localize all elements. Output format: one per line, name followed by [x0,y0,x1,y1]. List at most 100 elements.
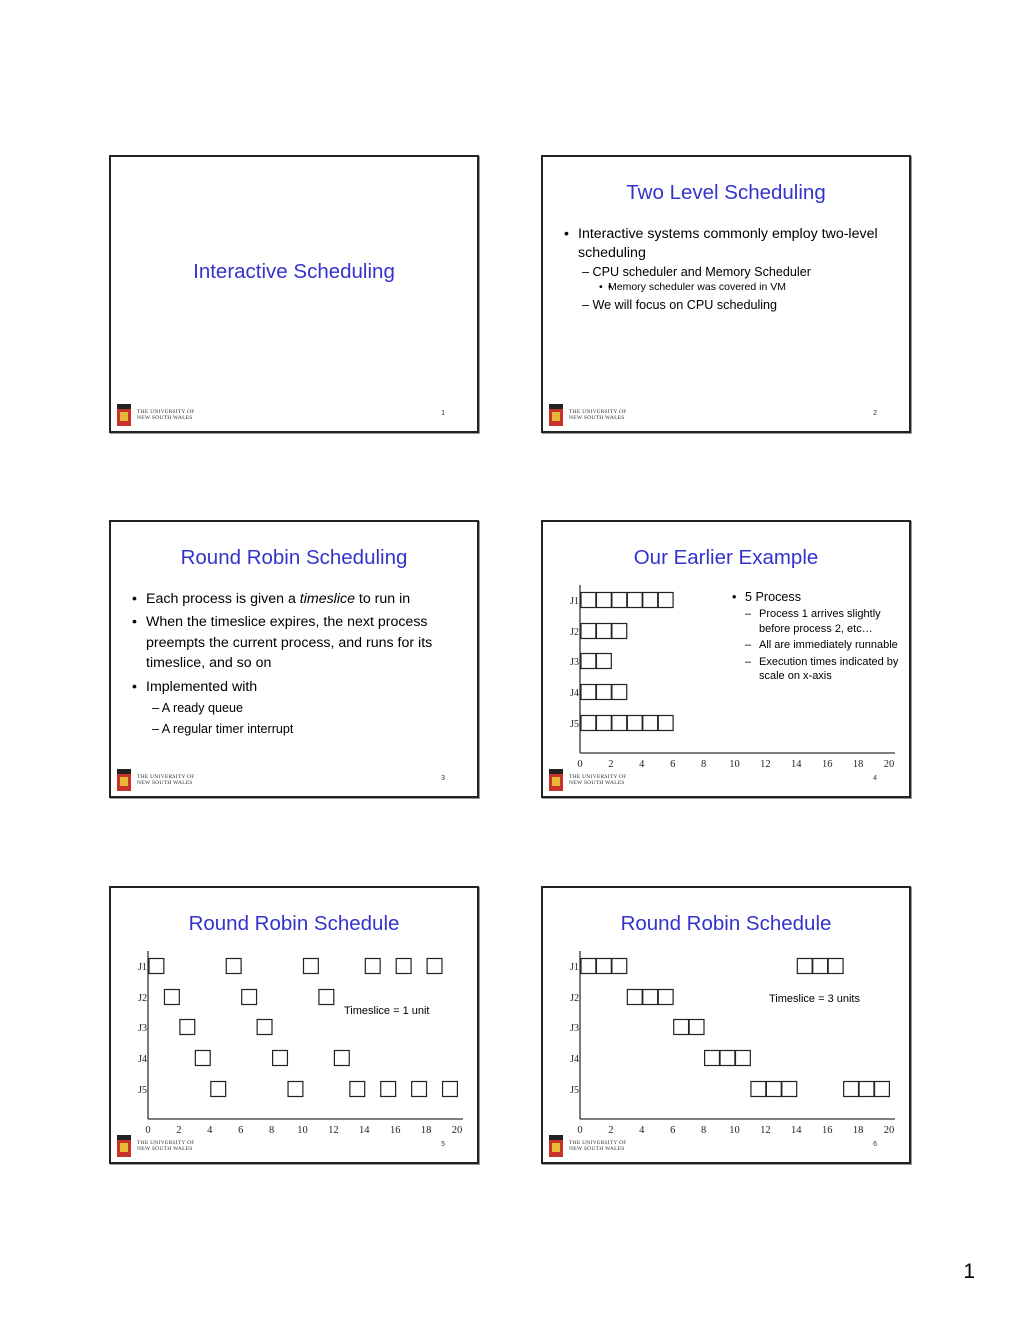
unsw-crest-icon [117,769,131,791]
time-unit-box [595,683,612,701]
time-unit-box [148,957,165,975]
bullet-item: Each process is given a timeslice to run… [130,589,470,610]
x-tick-label: 8 [269,1125,274,1136]
gantt-chart: 0 2 4 6 8 10 12 14 16 18 20J1J2J3J4J5 [570,951,895,1136]
time-unit-box [580,714,597,732]
x-tick-label: 4 [639,759,645,770]
time-unit-box [441,1080,458,1098]
bullet-item: When the timeslice expires, the next pro… [130,612,470,674]
time-unit-box [657,591,674,609]
gantt-chart: 0 2 4 6 8 10 12 14 16 18 20J1J2J3J4J5 [138,951,463,1136]
x-tick-label: 20 [884,1125,895,1136]
time-unit-box [796,957,813,975]
row-label: J2 [570,993,579,1004]
time-unit-box [580,683,597,701]
page-number: 1 [963,1260,975,1283]
x-tick-label: 6 [670,759,675,770]
bullet-list: Each process is given a timeslice to run… [130,589,470,740]
time-unit-box [163,988,180,1006]
time-unit-box [611,591,628,609]
x-tick-label: 8 [701,759,706,770]
slide-number: 3 [441,775,445,782]
time-unit-box [688,1018,705,1036]
x-tick-label: 18 [421,1125,432,1136]
time-unit-box [194,1049,211,1067]
time-unit-box [858,1080,875,1098]
time-unit-box [287,1080,304,1098]
bullet-glyph: • [599,281,603,293]
time-unit-box [642,714,659,732]
slide-number: 4 [873,775,877,782]
x-tick-label: 4 [207,1125,213,1136]
row-label: J4 [570,688,579,699]
time-unit-box [580,957,597,975]
time-unit-box [380,1080,397,1098]
time-unit-box [595,957,612,975]
x-tick-label: 16 [822,759,833,770]
x-tick-label: 6 [670,1125,675,1136]
slide-number: 6 [873,1141,877,1148]
university-name-line2: NEW SOUTH WALES [137,780,193,786]
time-unit-box [580,622,597,640]
bullet-item: Interactive systems commonly employ two-… [562,225,892,263]
x-tick-label: 18 [853,759,864,770]
x-tick-label: 16 [822,1125,833,1136]
x-tick-label: 8 [701,1125,706,1136]
slide-5: Round Robin Schedule 0 2 4 6 8 10 12 14 16 18 20 J1… [109,886,479,1164]
time-unit-box [827,957,844,975]
time-unit-box [626,714,643,732]
x-tick-label: 16 [390,1125,401,1136]
time-unit-box [426,957,443,975]
x-tick-label: 4 [639,1125,645,1136]
time-unit-box [611,622,628,640]
slide-number: 5 [441,1141,445,1148]
slide-1: Interactive Scheduling THE UNIVERSITY OF… [109,155,479,433]
time-unit-box [225,957,242,975]
time-unit-box [719,1049,736,1067]
x-tick-label: 12 [760,759,771,770]
x-tick-label: 12 [328,1125,339,1136]
bullet-item: – CPU scheduler and Memory Scheduler [582,265,811,279]
time-unit-box [611,683,628,701]
bullet-item: – A regular timer interrupt [152,721,294,736]
x-tick-label: 18 [853,1125,864,1136]
row-label: J5 [570,1085,579,1096]
time-unit-box [611,957,628,975]
slide-6: Round Robin Schedule 0 2 4 6 8 10 12 14 16 18 20 J1… [541,886,911,1164]
bullet-item: – A ready queue [152,700,244,715]
x-tick-label: 14 [791,759,802,770]
x-tick-label: 10 [729,1125,740,1136]
unsw-crest-icon [549,1135,563,1157]
row-label: J2 [570,627,579,638]
time-unit-box [241,988,258,1006]
row-label: J3 [138,1023,147,1034]
x-tick-label: 10 [729,759,740,770]
unsw-logo: THE UNIVERSITY OF NEW SOUTH WALES [117,1135,195,1157]
row-label: J1 [138,962,147,973]
university-name-line2: NEW SOUTH WALES [569,1146,625,1152]
unsw-crest-icon [549,404,563,426]
x-tick-label: 14 [359,1125,370,1136]
time-unit-box [781,1080,798,1098]
time-unit-box [673,1018,690,1036]
slide-title: Interactive Scheduling [193,260,395,283]
x-tick-label: 14 [791,1125,802,1136]
time-unit-box [642,591,659,609]
unsw-logo: THE UNIVERSITY OF NEW SOUTH WALES [549,769,627,791]
bullet-list: Interactive systems commonly employ two-… [562,225,892,313]
slide-4: Our Earlier Example 0 2 4 6 8 10 12 14 16 18 20 J1 J… [541,520,911,798]
time-unit-box [595,591,612,609]
time-unit-box [256,1018,273,1036]
time-unit-box [657,988,674,1006]
time-unit-box [349,1080,366,1098]
time-unit-box [765,1080,782,1098]
time-unit-box [580,591,597,609]
bullet-item: – All are immediately runnable [745,639,898,651]
row-label: J4 [570,1054,579,1065]
row-label: J3 [570,1023,579,1034]
time-unit-box [272,1049,289,1067]
row-label: J2 [138,993,147,1004]
time-unit-box [318,988,335,1006]
time-unit-box [642,988,659,1006]
university-name-line2: NEW SOUTH WALES [569,415,625,421]
